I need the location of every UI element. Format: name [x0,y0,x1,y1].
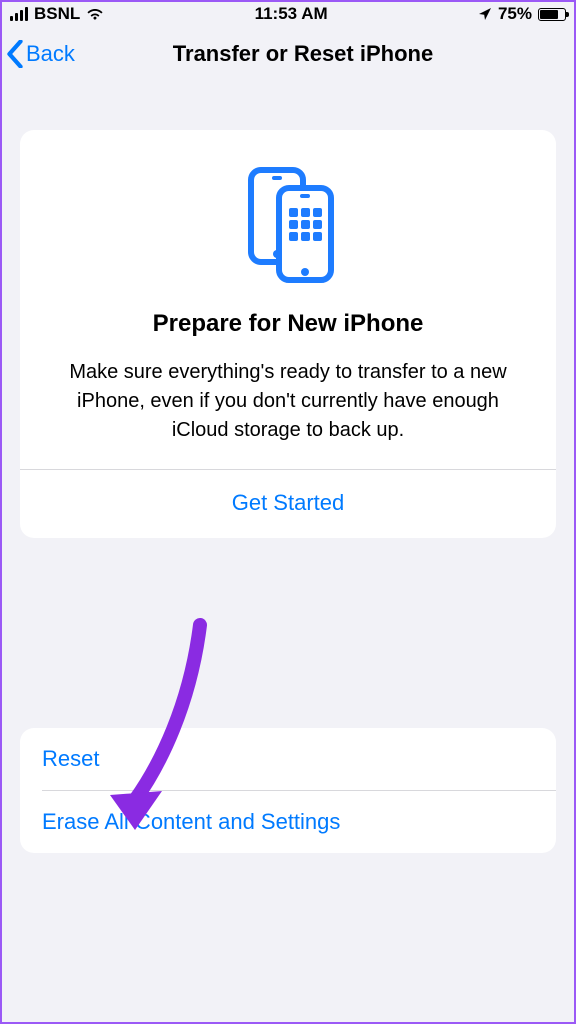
nav-bar: Back Transfer or Reset iPhone [0,28,576,80]
prepare-card-body: Prepare for New iPhone Make sure everyth… [20,130,556,469]
status-left: BSNL [10,4,104,24]
back-label: Back [26,41,75,67]
wifi-icon [86,7,104,21]
prepare-heading: Prepare for New iPhone [48,310,528,338]
carrier-label: BSNL [34,4,80,24]
back-button[interactable]: Back [6,28,75,80]
status-bar: BSNL 11:53 AM 75% [0,0,576,28]
status-time: 11:53 AM [255,4,328,24]
two-phones-icon [233,164,343,284]
erase-all-button[interactable]: Erase All Content and Settings [20,791,556,853]
chevron-left-icon [6,40,24,68]
page-title: Transfer or Reset iPhone [173,41,433,67]
battery-icon [538,8,566,21]
battery-percent-label: 75% [498,4,532,24]
reset-options-card: Reset Erase All Content and Settings [20,728,556,853]
cellular-signal-icon [10,7,28,21]
location-icon [478,7,492,21]
get-started-button[interactable]: Get Started [20,470,556,538]
prepare-description: Make sure everything's ready to transfer… [48,358,528,445]
prepare-card: Prepare for New iPhone Make sure everyth… [20,130,556,538]
status-right: 75% [478,4,566,24]
reset-button[interactable]: Reset [20,728,556,790]
